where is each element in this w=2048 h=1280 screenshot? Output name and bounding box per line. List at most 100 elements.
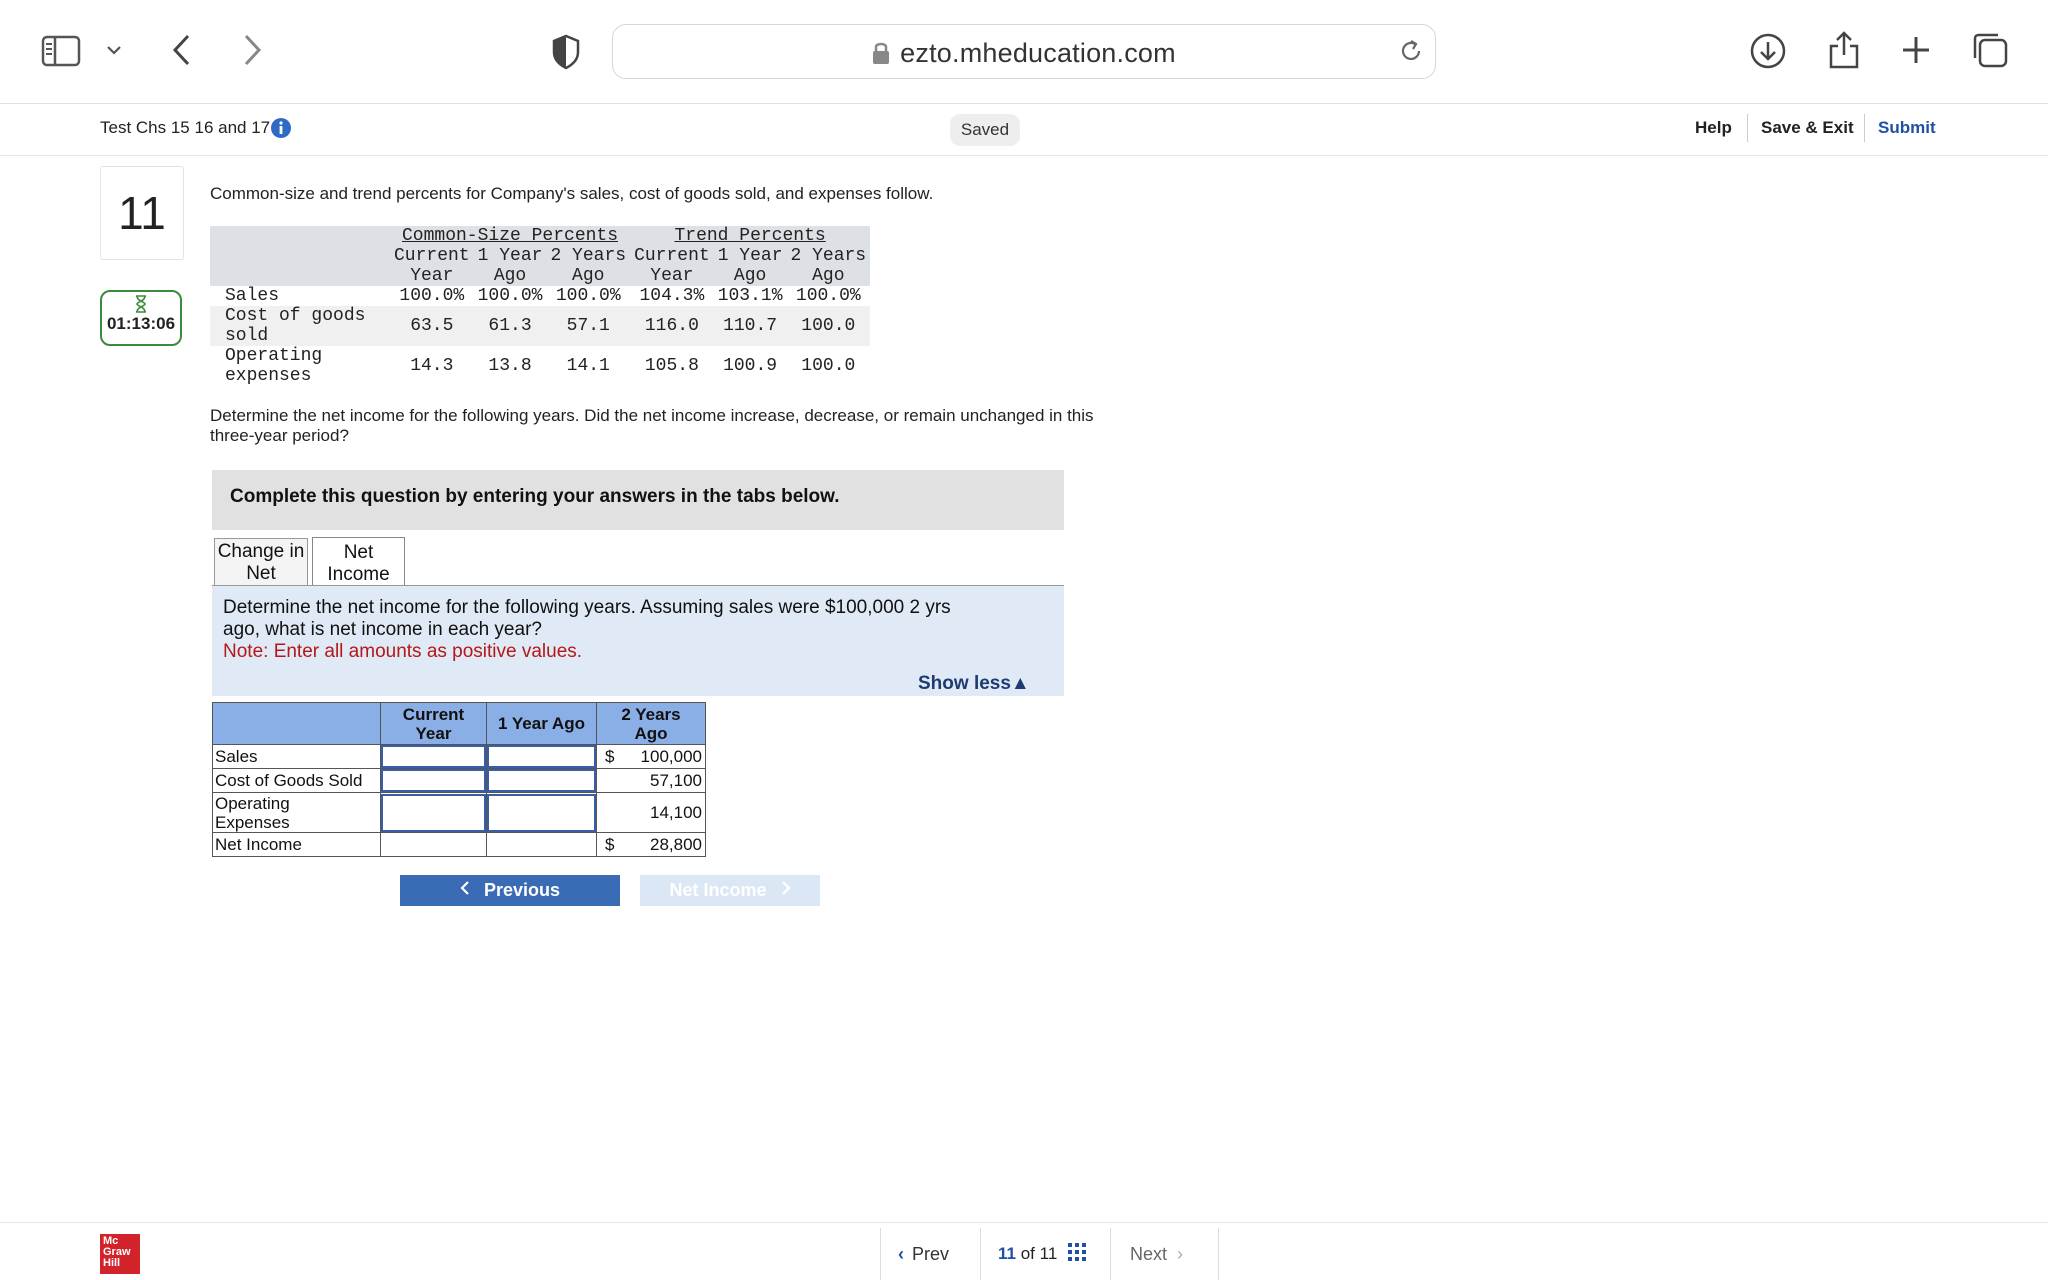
cell-value: 57,100 bbox=[650, 771, 702, 790]
cell-value: 100,000 bbox=[640, 747, 702, 766]
column-header: Ago bbox=[713, 266, 787, 286]
tabs-overview-icon[interactable] bbox=[1970, 30, 2010, 70]
reload-icon[interactable] bbox=[1397, 37, 1425, 70]
show-less-toggle[interactable]: Show less▲ bbox=[918, 673, 1030, 695]
prompt-line: Determine the net income for the followi… bbox=[210, 406, 1094, 425]
table-row: Operating expenses 14.3 13.8 14.1 105.8 … bbox=[210, 346, 870, 386]
save-exit-link[interactable]: Save & Exit bbox=[1761, 118, 1854, 138]
1-year-ago-opex-cell bbox=[486, 792, 597, 833]
sidebar-toggle-icon[interactable] bbox=[40, 34, 82, 68]
footer-next-button[interactable]: Next › bbox=[1130, 1244, 1183, 1265]
cell-value: 104.3% bbox=[639, 286, 705, 306]
footer-prev-button[interactable]: ‹ Prev bbox=[898, 1244, 949, 1265]
cell-value: 116.0 bbox=[630, 306, 714, 346]
tab-change-in-net[interactable]: Change in Net bbox=[214, 538, 308, 586]
cell-value: 110.7 bbox=[713, 306, 787, 346]
answer-table: Current Year 1 Year Ago 2 Years Ago Sale… bbox=[212, 702, 706, 857]
column-header: Year bbox=[390, 266, 474, 286]
row-label: Operating expenses bbox=[210, 346, 390, 386]
cell-value: 100.0% bbox=[399, 286, 465, 306]
chevron-left-icon bbox=[460, 880, 470, 901]
tab-label-line: Change in bbox=[217, 541, 305, 562]
dollar-sign: $ bbox=[605, 747, 615, 766]
dollar-sign: $ bbox=[605, 835, 615, 854]
1-year-ago-opex-input[interactable] bbox=[487, 793, 596, 832]
chevron-down-icon[interactable] bbox=[104, 40, 124, 60]
table-row: Sales $100,000 bbox=[212, 744, 706, 769]
previous-label: Previous bbox=[483, 880, 561, 900]
subprompt-line: ago, what is net income in each year? bbox=[223, 619, 542, 640]
row-label-operating-expenses: Operating Expenses bbox=[212, 792, 381, 833]
prompt-line: three-year period? bbox=[210, 426, 349, 445]
share-icon[interactable] bbox=[1824, 28, 1864, 72]
cell-value: 14.1 bbox=[566, 356, 610, 376]
current-year-cogs-cell bbox=[380, 768, 487, 793]
cell-value: 13.8 bbox=[488, 356, 532, 376]
empty-header-cell bbox=[210, 226, 390, 286]
cell-value: 105.8 bbox=[644, 356, 699, 376]
triangle-up-icon: ▲ bbox=[1010, 673, 1030, 694]
row-label-line: Operating bbox=[215, 793, 290, 813]
question-number: 11 bbox=[100, 166, 184, 260]
percents-table: Common-Size Percents Trend Percents Curr… bbox=[210, 226, 871, 386]
note-text: Note: Enter all amounts as positive valu… bbox=[223, 641, 583, 662]
saved-badge: Saved bbox=[950, 114, 1020, 146]
help-link[interactable]: Help bbox=[1695, 118, 1732, 138]
row-label-line: expenses bbox=[225, 366, 312, 386]
cell-value: 100.0% bbox=[477, 286, 543, 306]
column-header: Current bbox=[630, 246, 714, 266]
row-label-net-income: Net Income bbox=[212, 832, 381, 857]
1-year-ago-cogs-input[interactable] bbox=[487, 769, 596, 792]
url-text: ezto.mheducation.com bbox=[900, 38, 1176, 68]
table-header-row: Common-Size Percents Trend Percents bbox=[210, 226, 871, 286]
cell-value: 28,800 bbox=[650, 835, 702, 854]
header-line: Ago bbox=[634, 723, 668, 743]
column-header: Ago bbox=[473, 266, 547, 286]
1-year-ago-sales-cell bbox=[486, 744, 597, 769]
header-line: Year bbox=[415, 723, 452, 743]
group-header-common-size: Common-Size Percents bbox=[390, 226, 631, 246]
1-year-ago-sales-input[interactable] bbox=[487, 745, 596, 768]
tab-label-line: Net bbox=[343, 542, 374, 563]
next-tab-label: Net Income bbox=[669, 880, 767, 900]
2-years-ago-opex-cell: 14,100 bbox=[596, 792, 706, 833]
address-bar[interactable]: ezto.mheducation.com bbox=[612, 24, 1436, 79]
tab-label-line: Net bbox=[246, 563, 276, 584]
question-counter[interactable]: 11 of 11 bbox=[998, 1243, 1087, 1266]
row-label: Sales bbox=[225, 286, 280, 306]
show-less-label: Show less bbox=[918, 673, 1011, 694]
download-icon[interactable] bbox=[1748, 30, 1788, 72]
shield-icon[interactable] bbox=[548, 32, 584, 72]
cell-value: 57.1 bbox=[546, 306, 631, 346]
column-header: 2 Years bbox=[546, 246, 631, 266]
back-arrow-icon[interactable] bbox=[166, 30, 196, 70]
new-tab-icon[interactable] bbox=[1898, 32, 1934, 68]
previous-button[interactable]: Previous bbox=[400, 875, 620, 906]
page-of: of 11 bbox=[1020, 1244, 1058, 1263]
tab-net-income[interactable]: Net Income bbox=[312, 537, 405, 587]
current-year-cogs-input[interactable] bbox=[381, 769, 486, 792]
column-header: 2 Years bbox=[786, 246, 871, 266]
2-years-ago-net-income-cell: $28,800 bbox=[596, 832, 706, 857]
cell-value: 63.5 bbox=[390, 306, 474, 346]
timer: 01:13:06 bbox=[100, 290, 182, 346]
question-prompt: Determine the net income for the followi… bbox=[210, 406, 1094, 446]
submit-link[interactable]: Submit bbox=[1878, 118, 1936, 138]
mcgraw-hill-logo: Mc Graw Hill bbox=[100, 1234, 140, 1274]
next-tab-button[interactable]: Net Income bbox=[640, 875, 820, 906]
current-year-opex-cell bbox=[380, 792, 487, 833]
header-divider bbox=[1747, 114, 1748, 142]
current-year-opex-input[interactable] bbox=[381, 793, 486, 832]
header-line: Current bbox=[402, 704, 465, 724]
column-header: Ago bbox=[786, 266, 871, 286]
current-year-sales-input[interactable] bbox=[381, 745, 486, 768]
forward-arrow-icon[interactable] bbox=[238, 30, 268, 70]
column-header: 1 Year bbox=[473, 246, 547, 266]
2-years-ago-cogs-cell: 57,100 bbox=[596, 768, 706, 793]
footer-divider bbox=[880, 1228, 881, 1280]
row-label-sales: Sales bbox=[212, 744, 381, 769]
info-icon[interactable] bbox=[270, 117, 292, 144]
hourglass-icon bbox=[102, 292, 180, 314]
1-year-ago-cogs-cell bbox=[486, 768, 597, 793]
table-row: Cost of goods sold 63.5 61.3 57.1 116.0 … bbox=[210, 306, 871, 346]
